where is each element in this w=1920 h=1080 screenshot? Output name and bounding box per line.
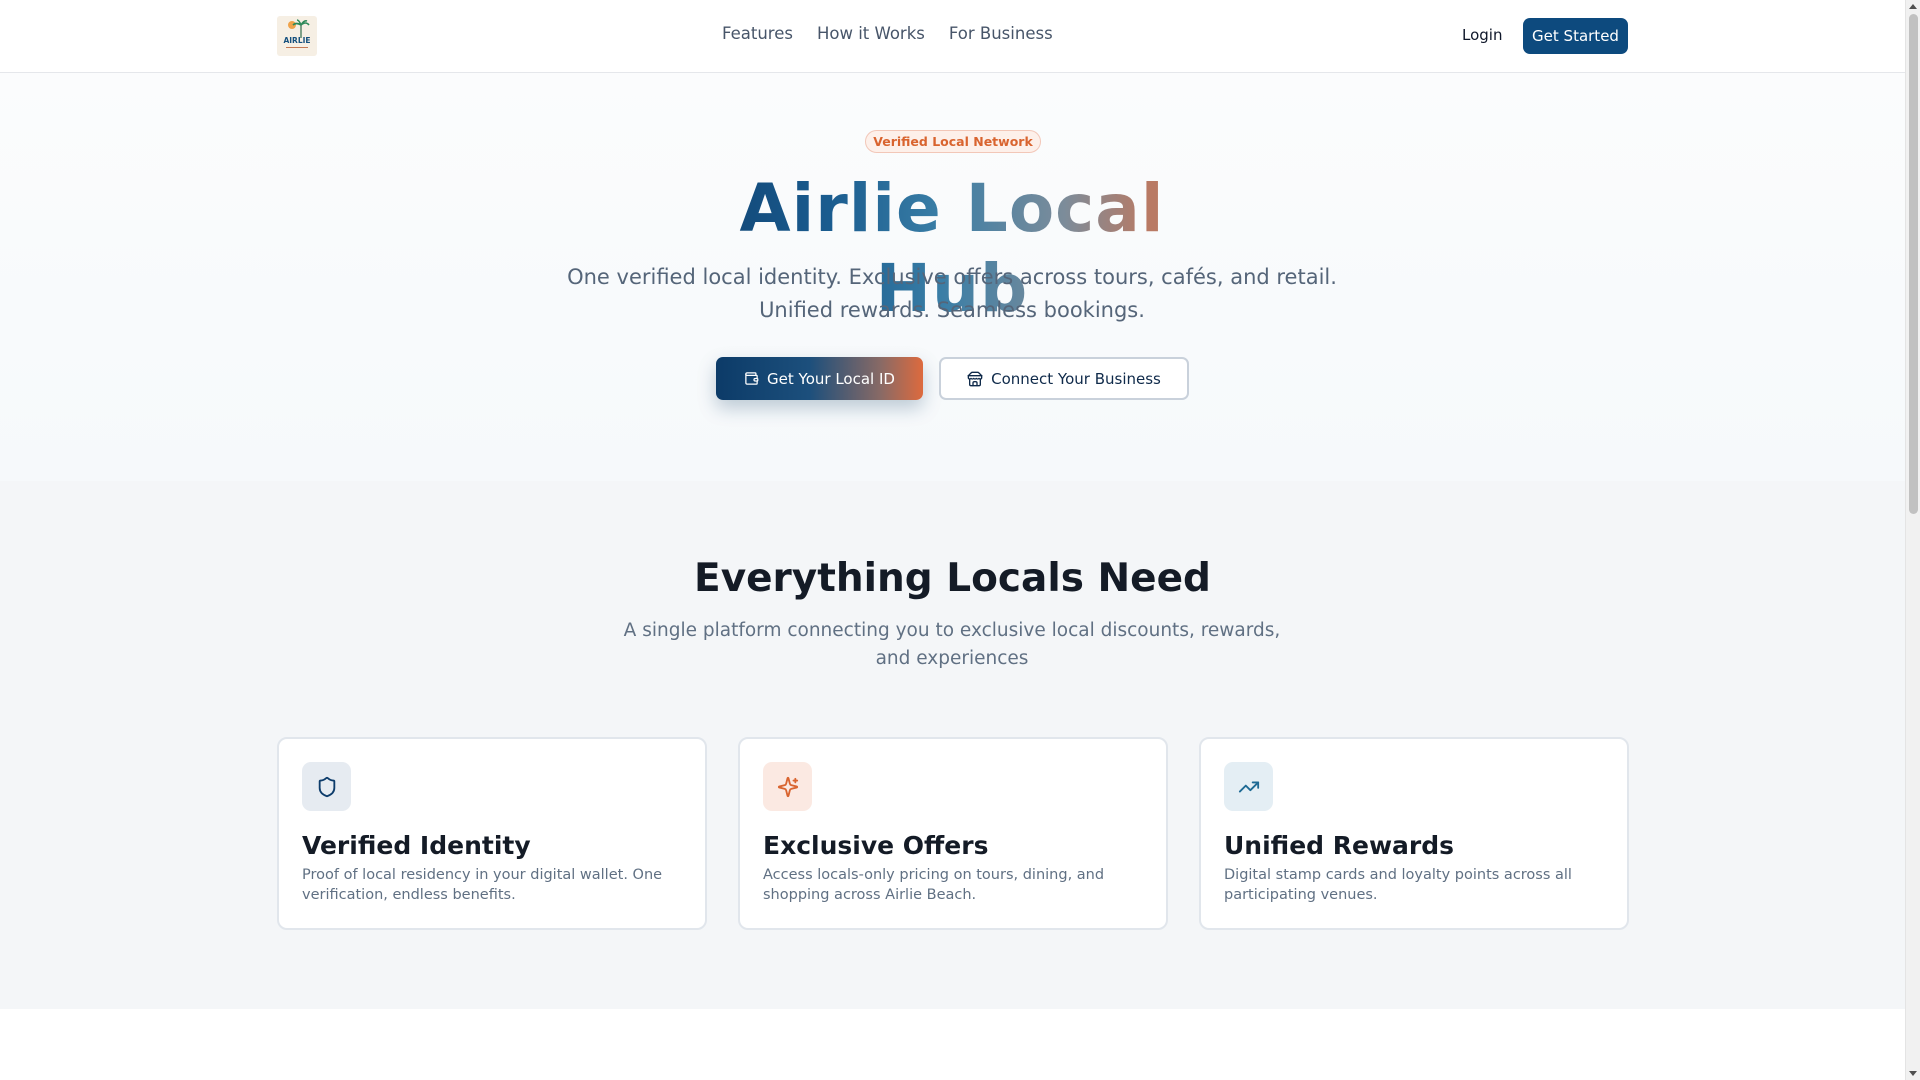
hero-subtitle-line-2: Unified rewards. Seamless bookings. bbox=[759, 298, 1145, 322]
feature-card-description: Digital stamp cards and loyalty points a… bbox=[1224, 867, 1572, 903]
shield-icon bbox=[302, 762, 351, 811]
features-subtitle-line-2: and experiences bbox=[875, 648, 1029, 669]
features-subtitle-line-1: A single platform connecting you to excl… bbox=[623, 620, 1281, 641]
sparkles-icon bbox=[763, 762, 812, 811]
features-subtitle: A single platform connecting you to excl… bbox=[602, 617, 1302, 673]
feature-card-description: Proof of local residency in your digital… bbox=[302, 867, 663, 903]
next-section bbox=[0, 1009, 1905, 1080]
scroll-down-arrow-icon[interactable] bbox=[1909, 1071, 1917, 1076]
connect-business-label: Connect Your Business bbox=[991, 369, 1161, 388]
nav-how-it-works[interactable]: How it Works bbox=[817, 24, 925, 43]
login-link[interactable]: Login bbox=[1462, 26, 1502, 44]
hero-subtitle-line-1: One verified local identity. Exclusive o… bbox=[567, 265, 1337, 289]
scrollbar-thumb[interactable] bbox=[1909, 14, 1918, 514]
verified-network-badge: Verified Local Network bbox=[865, 130, 1041, 153]
feature-card-title: Exclusive Offers bbox=[763, 831, 989, 860]
get-local-id-label: Get Your Local ID bbox=[767, 369, 895, 388]
trending-up-icon bbox=[1224, 762, 1273, 811]
scroll-up-arrow-icon[interactable] bbox=[1909, 4, 1917, 9]
wallet-icon bbox=[745, 372, 759, 385]
feature-card-exclusive-offers: Exclusive Offers Access locals-only pric… bbox=[738, 737, 1168, 930]
page-scrollbar[interactable] bbox=[1905, 0, 1920, 1080]
feature-card-unified-rewards: Unified Rewards Digital stamp cards and … bbox=[1199, 737, 1629, 930]
top-navbar: AIRLIE Features How it Works For Busines… bbox=[0, 0, 1905, 73]
feature-card-title: Unified Rewards bbox=[1224, 831, 1455, 860]
get-local-id-button[interactable]: Get Your Local ID bbox=[716, 357, 923, 400]
nav-for-business[interactable]: For Business bbox=[949, 24, 1053, 43]
nav-features[interactable]: Features bbox=[722, 24, 793, 43]
features-title: Everything Locals Need bbox=[694, 556, 1211, 601]
get-started-button[interactable]: Get Started bbox=[1523, 18, 1628, 54]
feature-card-title: Verified Identity bbox=[302, 831, 531, 860]
feature-card-description: Access locals-only pricing on tours, din… bbox=[763, 867, 1105, 903]
hero-subtitle: One verified local identity. Exclusive o… bbox=[552, 261, 1352, 327]
airlie-logo[interactable]: AIRLIE bbox=[277, 16, 317, 56]
features-section: Everything Locals Need A single platform… bbox=[0, 481, 1905, 1009]
hero-section: Verified Local Network Airlie Local Hub … bbox=[0, 73, 1905, 481]
connect-business-button[interactable]: Connect Your Business bbox=[939, 357, 1189, 400]
logo-palm-icon: AIRLIE bbox=[283, 19, 311, 48]
feature-card-verified-identity: Verified Identity Proof of local residen… bbox=[277, 737, 707, 930]
main-nav: Features How it Works For Business bbox=[722, 24, 1053, 43]
logo-text: AIRLIE bbox=[283, 36, 310, 45]
store-icon bbox=[967, 371, 983, 386]
